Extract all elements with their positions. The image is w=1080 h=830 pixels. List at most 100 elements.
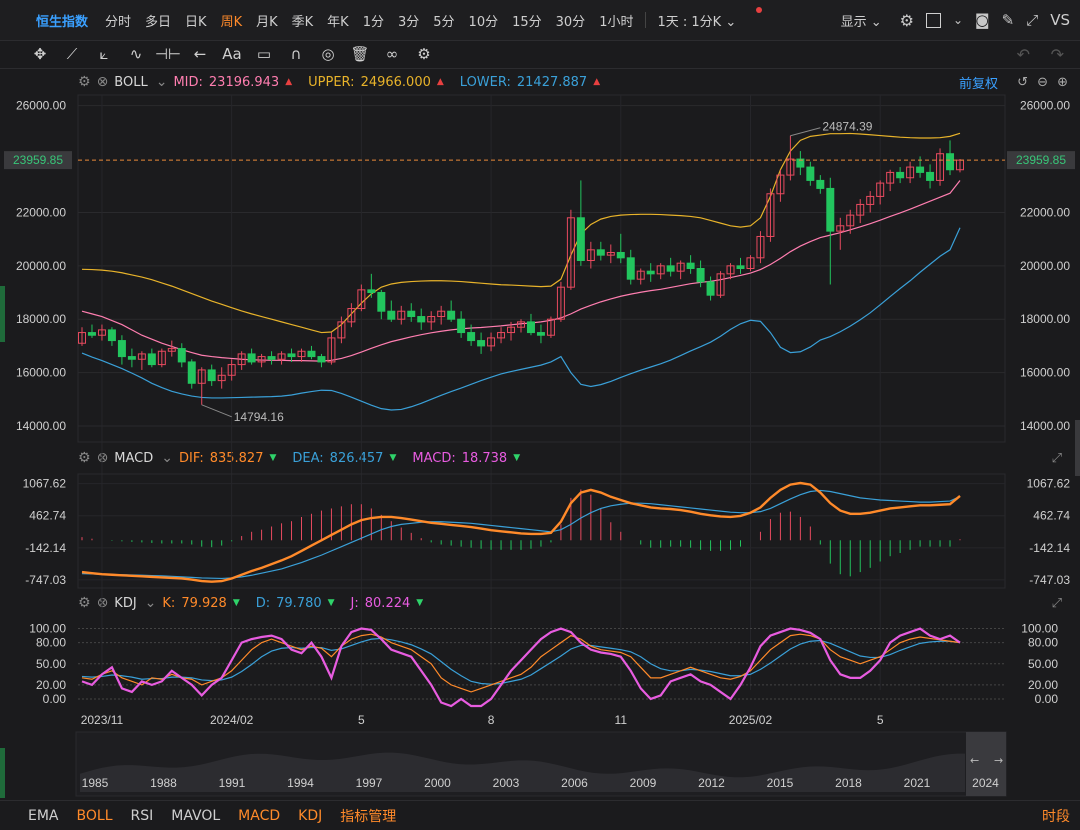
navigator-year-label: 2021 (904, 776, 931, 790)
candle-body (87, 332, 96, 336)
y-tick-label-left: 18000.00 (16, 312, 66, 326)
candle-body (616, 251, 625, 259)
y-tick-label-right: 16000.00 (1020, 366, 1070, 380)
x-tick-label: 5 (877, 713, 884, 727)
candle-body (187, 361, 196, 384)
candle-body (117, 340, 126, 358)
macd-y-tick-right: 1067.62 (1027, 477, 1071, 491)
indicator-bar: EMA BOLL RSI MAVOL MACD KDJ 指标管理 时段 (0, 800, 1080, 830)
indicator-tab[interactable]: BOLL (77, 808, 113, 824)
low-annotation: 14794.16 (234, 410, 284, 424)
y-tick-label-left: 22000.00 (16, 205, 66, 219)
candle-body (207, 369, 216, 382)
indicator-tab[interactable]: KDJ (298, 808, 322, 824)
navigator-panel: ← → 1985 1988 1991 1994 1997 2000 2003 2006 2009 20… (75, 731, 1007, 797)
x-tick-label: 11 (615, 713, 628, 727)
navigator-year-label: 1988 (150, 776, 177, 790)
candle-body (806, 166, 815, 181)
y-tick-label-right: 26000.00 (1020, 99, 1070, 113)
navigator-left-handle: ← (970, 754, 979, 767)
candle-body (247, 353, 256, 363)
y-tick-label-left: 20000.00 (16, 259, 66, 273)
macd-y-tick-left: 462.74 (29, 509, 66, 523)
scrollbar[interactable] (1075, 420, 1080, 476)
kdj-y-tick-right: 0.00 (1035, 692, 1059, 706)
kdj-y-tick-right: 80.00 (1028, 636, 1058, 650)
candle-body (127, 356, 136, 360)
macd-y-tick-right: -142.14 (1029, 541, 1070, 555)
navigator-year-label: 2003 (493, 776, 520, 790)
candle-body (317, 356, 326, 363)
candle-body (367, 289, 376, 294)
kdj-y-tick-left: 100.00 (29, 622, 66, 636)
y-tick-label-left: 14000.00 (16, 419, 66, 433)
indicator-tab[interactable]: MACD (238, 808, 280, 824)
candle-body (706, 281, 715, 296)
macd-y-tick-left: -747.03 (25, 573, 66, 587)
candle-body (576, 217, 585, 261)
navigator-year-label: 1985 (82, 776, 109, 790)
candle-body (686, 262, 695, 269)
chart-canvas[interactable]: 14000.00 14000.00 16000.00 16000.00 18000.00… (0, 0, 1080, 800)
price-plot-area (77, 94, 1006, 443)
x-tick-label: 2025/02 (729, 713, 773, 727)
navigator-right-handle: → (994, 754, 1003, 767)
price-panel: 14000.00 14000.00 16000.00 16000.00 18000.00… (4, 94, 1075, 690)
navigator-year-label: 1997 (356, 776, 383, 790)
left-marker (0, 748, 5, 798)
navigator-year-label: 1991 (219, 776, 246, 790)
dif-line (81, 481, 961, 583)
x-tick-label: 8 (488, 713, 495, 727)
indicator-tab[interactable]: 指标管理 (340, 806, 396, 826)
kdj-y-tick-right: 50.00 (1028, 657, 1058, 671)
navigator-year-label: 2006 (561, 776, 588, 790)
candle-body (407, 310, 416, 318)
candle-body (826, 187, 835, 232)
indicator-tab[interactable]: MAVOL (171, 808, 220, 824)
indicator-tab[interactable]: EMA (28, 808, 59, 824)
indicator-tab[interactable]: RSI (131, 808, 154, 824)
candle-body (107, 329, 116, 342)
current-price-label: 23959.85 (1016, 153, 1066, 167)
candle-body (447, 310, 456, 320)
navigator-year-label: 2018 (835, 776, 862, 790)
candle-body (916, 166, 925, 173)
kdj-y-tick-left: 20.00 (36, 678, 66, 692)
y-tick-label-right: 14000.00 (1020, 419, 1070, 433)
navigator-year-label: 2012 (698, 776, 725, 790)
macd-y-tick-left: -142.14 (25, 541, 66, 555)
y-tick-label-left: 26000.00 (16, 99, 66, 113)
navigator-year-label: 1994 (287, 776, 314, 790)
candle-body (377, 292, 386, 312)
macd-y-tick-right: 462.74 (1033, 509, 1070, 523)
y-tick-label-left: 16000.00 (16, 366, 66, 380)
candle-body (147, 353, 156, 366)
candle-body (666, 265, 675, 272)
candle-body (536, 332, 545, 336)
candle-body (467, 332, 476, 342)
macd-y-tick-left: 1067.62 (23, 477, 67, 491)
kdj-y-tick-left: 50.00 (36, 657, 66, 671)
candle-body (307, 350, 316, 358)
candle-body (267, 356, 276, 360)
candle-body (417, 316, 426, 323)
candle-body (387, 310, 396, 320)
candle-body (736, 265, 745, 270)
candle-body (287, 353, 296, 358)
candle-body (526, 321, 535, 334)
kdj-j-line (81, 627, 961, 708)
candle-body (457, 318, 466, 334)
navigator-year-label: 2024 (972, 776, 999, 790)
kdj-y-tick-left: 80.00 (36, 636, 66, 650)
navigator-year-label: 2000 (424, 776, 451, 790)
navigator-year-label: 2015 (767, 776, 794, 790)
time-sharing-button[interactable]: 时段 (1042, 806, 1070, 826)
candle-body (646, 270, 655, 275)
y-tick-label-right: 20000.00 (1020, 259, 1070, 273)
x-tick-label: 2023/11 (81, 713, 124, 727)
candle-body (946, 153, 955, 171)
indicator-list: EMA BOLL RSI MAVOL MACD KDJ 指标管理 (0, 806, 396, 826)
macd-y-tick-right: -747.03 (1029, 573, 1070, 587)
kdj-y-tick-left: 0.00 (43, 692, 67, 706)
kdj-panel: 100.00 100.0080.00 80.0050.00 50.0020.00 20.… (29, 622, 1058, 727)
